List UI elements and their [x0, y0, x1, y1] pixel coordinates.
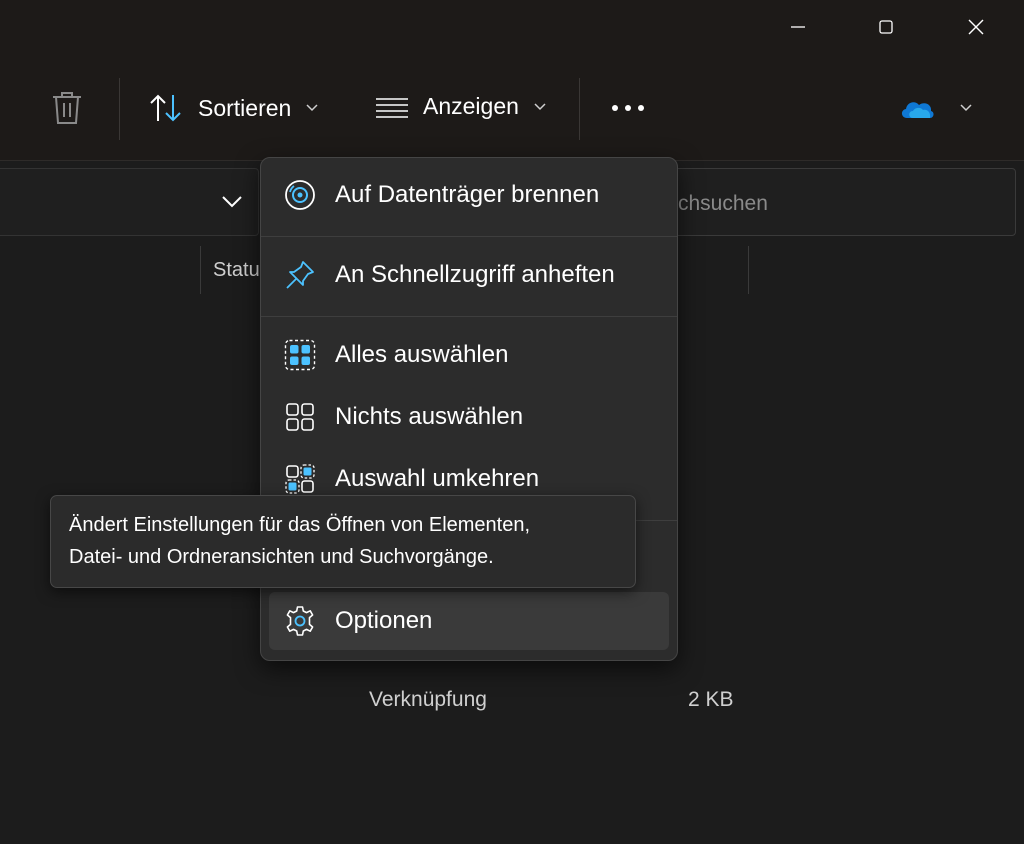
- view-button[interactable]: Anzeigen: [376, 93, 547, 120]
- pin-icon: [283, 258, 317, 292]
- title-bar: [0, 0, 1024, 58]
- tooltip: Ändert Einstellungen für das Öffnen von …: [50, 495, 636, 588]
- file-size-cell: 2 KB: [688, 688, 734, 711]
- more-icon: [612, 105, 644, 111]
- menu-item-label: Alles auswählen: [335, 341, 509, 368]
- gear-icon: [283, 604, 317, 638]
- delete-button[interactable]: [50, 90, 84, 126]
- toolbar-separator: [579, 78, 580, 140]
- menu-item-select-all[interactable]: Alles auswählen: [261, 326, 677, 384]
- minimize-icon: [791, 26, 805, 28]
- sort-label: Sortieren: [198, 94, 292, 121]
- chevron-down-icon[interactable]: [220, 194, 244, 210]
- menu-item-options[interactable]: Optionen: [269, 592, 669, 650]
- disc-burn-icon: [283, 178, 317, 212]
- column-divider[interactable]: [200, 246, 201, 294]
- onedrive-icon: [901, 102, 934, 118]
- menu-item-label: Auf Datenträger brennen: [335, 181, 600, 208]
- close-button[interactable]: [953, 10, 999, 44]
- invert-selection-icon: [283, 462, 317, 496]
- tooltip-line: Datei- und Ordneransichten und Suchvorgä…: [69, 546, 494, 568]
- chevron-down-icon: [306, 104, 318, 112]
- chevron-down-icon: [960, 104, 972, 112]
- tooltip-line: Ändert Einstellungen für das Öffnen von …: [69, 514, 531, 536]
- menu-separator: [261, 316, 677, 317]
- select-all-icon: [283, 338, 317, 372]
- menu-item-label: An Schnellzugriff anheften: [335, 261, 615, 288]
- menu-item-label: Optionen: [335, 607, 433, 634]
- view-list-icon: [376, 97, 408, 118]
- sort-button[interactable]: Sortieren: [148, 93, 319, 123]
- select-none-icon: [283, 400, 317, 434]
- minimize-button[interactable]: [775, 10, 821, 44]
- more-button[interactable]: [608, 98, 648, 118]
- maximize-button[interactable]: [863, 10, 909, 44]
- menu-item-label: Auswahl umkehren: [335, 465, 540, 492]
- file-type-cell: Verknüpfung: [369, 688, 487, 711]
- command-bar: Sortieren Anzeigen: [0, 58, 1024, 161]
- menu-item-burn-disc[interactable]: Auf Datenträger brennen: [261, 166, 677, 224]
- toolbar-separator: [119, 78, 120, 140]
- sort-icon: [150, 94, 181, 122]
- chevron-down-icon: [534, 102, 546, 110]
- column-divider[interactable]: [748, 246, 749, 294]
- menu-item-pin-quick-access[interactable]: An Schnellzugriff anheften: [261, 246, 677, 304]
- trash-icon: [53, 92, 81, 124]
- menu-item-label: Nichts auswählen: [335, 403, 524, 430]
- search-placeholder: chsuchen: [678, 192, 768, 215]
- onedrive-button[interactable]: [899, 96, 973, 120]
- maximize-icon: [879, 20, 893, 34]
- menu-separator: [261, 236, 677, 237]
- menu-item-select-none[interactable]: Nichts auswählen: [261, 388, 677, 446]
- close-icon: [968, 19, 984, 35]
- view-label: Anzeigen: [423, 93, 519, 119]
- column-header-status[interactable]: Statu: [213, 259, 260, 282]
